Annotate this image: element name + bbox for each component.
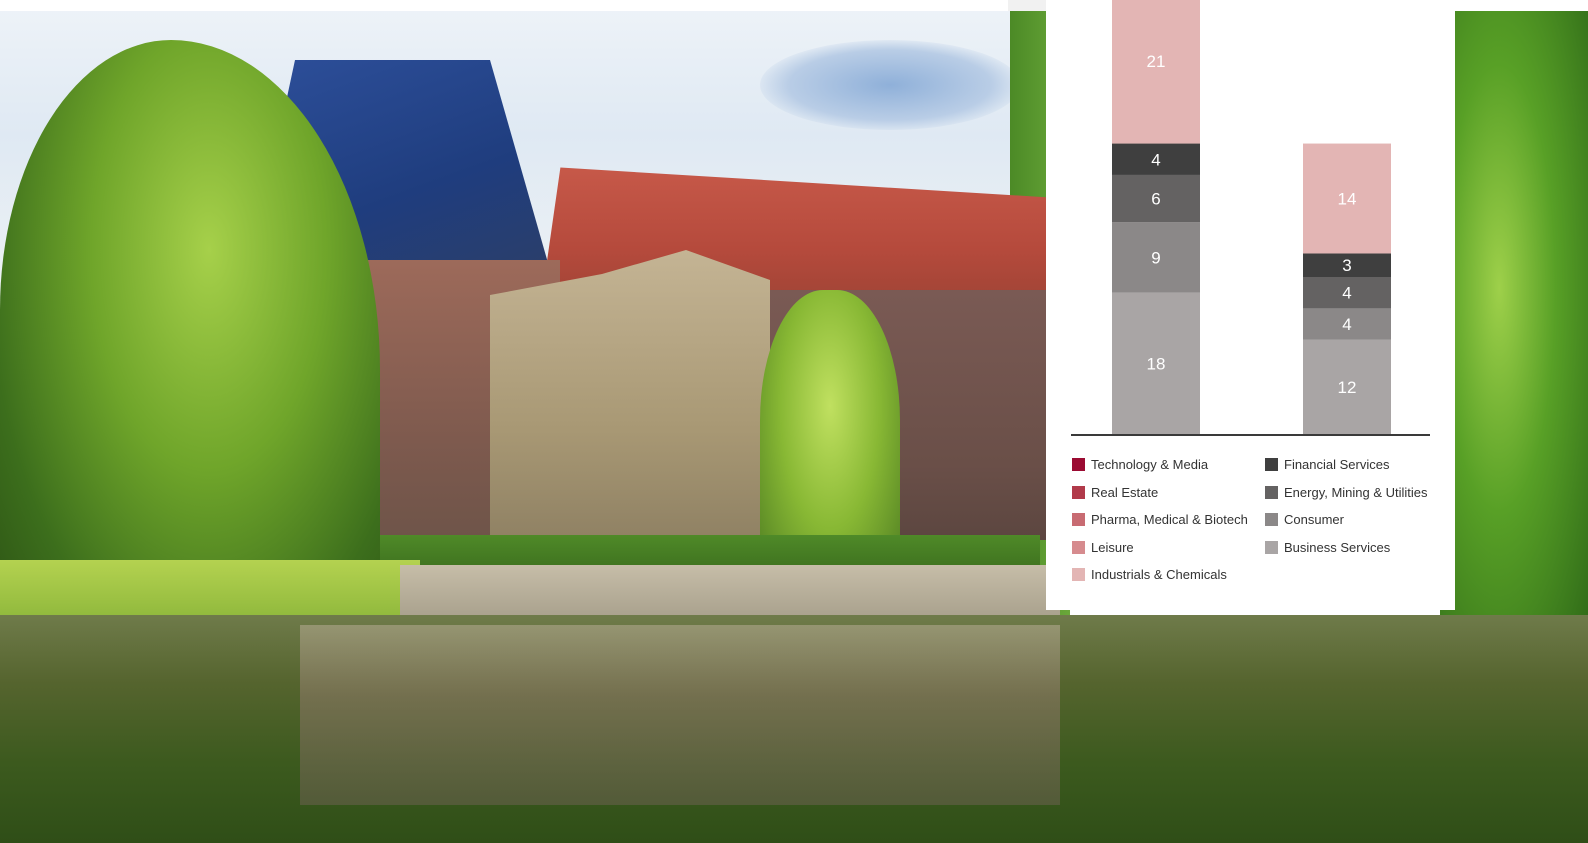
chart-panel: 18 9 6 4 21 12 4 4 3 14 Technology & Media Real Es… xyxy=(1046,0,1455,610)
cloud xyxy=(760,40,1020,130)
legend-label: Consumer xyxy=(1284,512,1344,527)
legend-swatch xyxy=(1072,513,1085,526)
stone-wall xyxy=(400,565,1060,620)
legend-label: Technology & Media xyxy=(1091,457,1209,472)
bar-value-label: 14 xyxy=(1338,190,1357,209)
bar-value-label: 4 xyxy=(1151,150,1160,169)
bar-value-label: 21 xyxy=(1147,52,1166,71)
legend-label: Business Services xyxy=(1284,539,1391,555)
legend-swatch xyxy=(1072,540,1085,554)
legend-label: Industrials & Chemicals xyxy=(1091,567,1227,582)
bar-value-label: 18 xyxy=(1147,354,1166,373)
legend-label: Leisure xyxy=(1091,539,1134,555)
legend-swatch xyxy=(1072,458,1085,471)
bar-value-label: 9 xyxy=(1151,248,1160,267)
legend-swatch xyxy=(1265,540,1278,554)
bar-value-label: 4 xyxy=(1342,315,1351,334)
legend-label: Real Estate xyxy=(1091,484,1159,500)
bar-value-label: 12 xyxy=(1338,378,1357,397)
legend-swatch xyxy=(1072,568,1085,581)
bar-value-label: 4 xyxy=(1342,284,1351,303)
legend-swatch xyxy=(1265,485,1278,499)
legend-label: Financial Services xyxy=(1284,457,1390,472)
lawn xyxy=(0,560,420,620)
stone-facade xyxy=(490,250,770,550)
legend-label: Pharma, Medical & Biotech xyxy=(1091,512,1248,527)
legend-swatch xyxy=(1072,485,1085,499)
top-gap xyxy=(1008,0,1048,11)
water-reflection xyxy=(300,625,1060,805)
bar-value-label: 3 xyxy=(1342,256,1351,275)
legend-label: Energy, Mining & Utilities xyxy=(1284,484,1428,500)
stacked-bar-chart: 18 9 6 4 21 12 4 4 3 14 xyxy=(1071,0,1430,436)
bar-segment-1-industrials-chemicals xyxy=(1112,0,1200,144)
legend-swatch xyxy=(1265,513,1278,526)
bar-value-label: 6 xyxy=(1151,190,1160,209)
legend-swatch xyxy=(1265,458,1278,471)
tree-right xyxy=(1440,0,1588,640)
